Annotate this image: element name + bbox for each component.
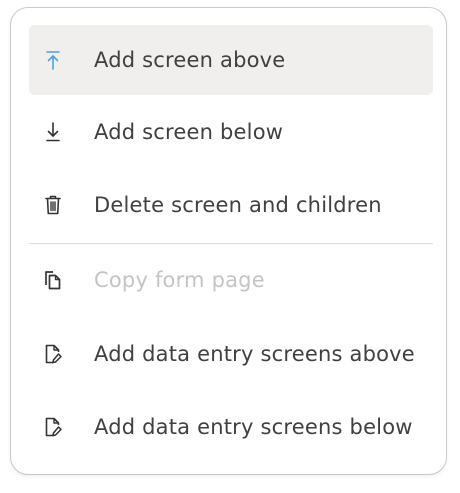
menu-item-label: Delete screen and children <box>94 193 382 217</box>
file-edit-icon <box>43 343 63 365</box>
menu-item-label: Add screen below <box>94 120 284 144</box>
menu-item-label: Add data entry screens above <box>94 342 415 366</box>
menu-item-add-data-entry-above[interactable]: Add data entry screens above <box>29 319 433 389</box>
menu-item-delete-screen[interactable]: Delete screen and children <box>29 170 433 240</box>
menu-item-label: Add screen above <box>94 48 286 72</box>
menu-item-label: Copy form page <box>94 268 265 292</box>
menu-item-add-screen-below[interactable]: Add screen below <box>29 97 433 167</box>
trash-icon <box>43 194 63 216</box>
file-edit-icon <box>43 416 63 438</box>
arrow-down-to-line-icon <box>43 121 63 143</box>
copy-pages-icon <box>43 269 63 291</box>
menu-item-add-screen-above[interactable]: Add screen above <box>29 25 433 95</box>
menu-item-add-data-entry-below[interactable]: Add data entry screens below <box>29 392 433 462</box>
menu-divider <box>29 243 433 244</box>
context-menu: Add screen above Add screen below Delete… <box>10 7 447 475</box>
arrow-up-to-line-icon <box>43 49 63 71</box>
menu-item-copy-form-page[interactable]: Copy form page <box>29 245 433 315</box>
menu-item-label: Add data entry screens below <box>94 415 413 439</box>
